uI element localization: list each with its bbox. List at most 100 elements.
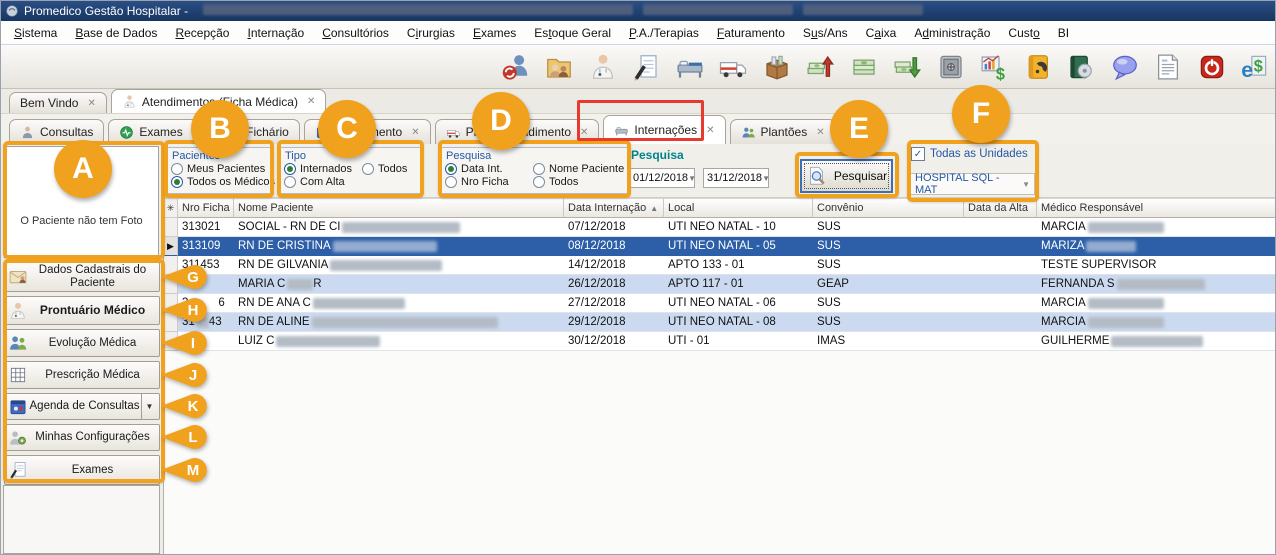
unit-selector[interactable]: HOSPITAL SQL - MAT▼ <box>910 173 1035 195</box>
e-dollar-button[interactable]: e$ <box>1238 49 1274 85</box>
radio-nro-ficha[interactable]: Nro Ficha <box>445 176 533 188</box>
menu-exames[interactable]: Exames <box>464 23 525 43</box>
tab-consultas[interactable]: Consultas <box>9 119 104 144</box>
tab-fich-rio[interactable]: Fichário <box>215 119 300 144</box>
radio-icon[interactable] <box>533 176 545 188</box>
doctor-button[interactable] <box>585 49 621 85</box>
tab-close-icon[interactable]: ✕ <box>307 96 315 107</box>
sidebar-button-dados-cadastrais-do-paciente[interactable]: Dados Cadastrais do Paciente <box>4 262 160 292</box>
menu-interna-o[interactable]: Internação <box>238 23 313 43</box>
menu-sistema[interactable]: Sistema <box>5 23 66 43</box>
tab-close-icon[interactable]: ✕ <box>192 127 200 138</box>
users-folder-button[interactable] <box>542 49 578 85</box>
column-header-nro-ficha[interactable]: Nro Ficha <box>178 198 234 218</box>
column-header-m-dico-respons-vel[interactable]: Médico Responsável <box>1037 198 1276 218</box>
sync-users-button[interactable] <box>498 49 534 85</box>
radio-todos-os-m-dicos[interactable]: Todos os Médicos <box>171 176 275 188</box>
radio-icon[interactable] <box>284 163 296 175</box>
tab-close-icon[interactable]: ✕ <box>580 127 588 138</box>
tab-close-icon[interactable]: ✕ <box>411 127 419 138</box>
radio-nome-paciente[interactable]: Nome Paciente <box>533 163 625 175</box>
tab-close-icon[interactable]: ✕ <box>816 127 824 138</box>
column-header-local[interactable]: Local <box>664 198 813 218</box>
table-row[interactable]: 313021SOCIAL - RN DE CI07/12/2018UTI NEO… <box>164 218 1276 237</box>
radio-icon[interactable] <box>362 163 374 175</box>
table-row[interactable]: LUIZ C30/12/2018UTI - 01IMASGUILHERME <box>164 332 1276 351</box>
column-header-data-interna-o[interactable]: Data Internação▲ <box>564 198 664 218</box>
menu-sus-ans[interactable]: Sus/Ans <box>794 23 857 43</box>
table-row[interactable]: 36RN DE ANA C27/12/2018UTI NEO NATAL - 0… <box>164 294 1276 313</box>
chat-button[interactable] <box>1107 49 1143 85</box>
sidebar-button-agenda-de-consultas[interactable]: Agenda de Consultas▼ <box>4 393 160 420</box>
menu-recep-o[interactable]: Recepção <box>166 23 238 43</box>
date-from-field[interactable]: 01/12/2018▼ <box>629 168 695 188</box>
money-stack-button[interactable] <box>846 49 882 85</box>
sidebar-button-prescri-o-m-dica[interactable]: Prescrição Médica <box>4 361 160 389</box>
tab-plant-es[interactable]: Plantões✕ <box>730 119 836 144</box>
table-row[interactable]: 311453RN DE GILVANIA 14/12/2018APTO 133 … <box>164 256 1276 275</box>
radio-data-int[interactable]: Data Int. <box>445 163 533 175</box>
cell-local: UTI NEO NATAL - 05 <box>664 237 813 256</box>
sidebar-button-minhas-configura-es[interactable]: Minhas Configurações <box>4 424 160 451</box>
menu-base-de-dados[interactable]: Base de Dados <box>66 23 166 43</box>
menu-cirurgias[interactable]: Cirurgias <box>398 23 464 43</box>
column-header-data-da-alta[interactable]: Data da Alta <box>964 198 1037 218</box>
menu-caixa[interactable]: Caixa <box>857 23 906 43</box>
radio-icon[interactable] <box>533 163 545 175</box>
power-button[interactable] <box>1194 49 1230 85</box>
phonebook-button[interactable] <box>1020 49 1056 85</box>
date-to-field[interactable]: 31/12/2018▼ <box>703 168 769 188</box>
menu-bi[interactable]: BI <box>1049 23 1078 43</box>
column-header-nome-paciente[interactable]: Nome Paciente <box>234 198 564 218</box>
tab-pronto-atendimento[interactable]: Pronto Atendimento✕ <box>435 119 600 144</box>
all-units-checkbox[interactable]: ✓ <box>911 147 925 161</box>
table-row[interactable]: 3143RN DE ALINE 29/12/2018UTI NEO NATAL … <box>164 313 1276 332</box>
invoice-button[interactable] <box>1151 49 1187 85</box>
dropdown-arrow-icon[interactable]: ▼ <box>688 174 696 183</box>
phonebook-icon <box>1023 52 1053 82</box>
sidebar-button-exames[interactable]: Exames <box>4 455 160 485</box>
safe-button[interactable] <box>933 49 969 85</box>
tab-atendimentos-ficha-m-dica[interactable]: Atendimentos (Ficha Médica)✕ <box>111 89 326 113</box>
column-header-conv-nio[interactable]: Convênio <box>813 198 964 218</box>
money-down-button[interactable] <box>890 49 926 85</box>
dropdown-arrow-icon[interactable]: ▼ <box>141 394 157 419</box>
chart-dollar-button[interactable]: $ <box>977 49 1013 85</box>
book-cd-button[interactable] <box>1064 49 1100 85</box>
radio-internados[interactable]: Internados <box>284 163 362 175</box>
table-row[interactable]: MARIA CR26/12/2018APTO 117 - 01GEAPFERNA… <box>164 275 1276 294</box>
radio-todos[interactable]: Todos <box>533 176 625 188</box>
tab-bem-vindo[interactable]: Bem Vindo✕ <box>9 92 107 113</box>
supplies-button[interactable] <box>759 49 795 85</box>
menu-consult-rios[interactable]: Consultórios <box>313 23 398 43</box>
tab-close-icon[interactable]: ✕ <box>706 125 714 136</box>
radio-icon[interactable] <box>284 176 296 188</box>
radio-meus-pacientes[interactable]: Meus Pacientes <box>171 163 275 175</box>
tab-atendimento[interactable]: Atendimento✕ <box>304 119 431 144</box>
tab-exames[interactable]: Exames✕ <box>108 119 211 144</box>
sidebar-button-evolu-o-m-dica[interactable]: Evolução Médica <box>4 329 160 357</box>
radio-com-alta[interactable]: Com Alta <box>284 176 362 188</box>
radio-todos[interactable]: Todos <box>362 163 419 175</box>
menu-faturamento[interactable]: Faturamento <box>708 23 794 43</box>
table-row[interactable]: ▶313109RN DE CRISTINA 08/12/2018UTI NEO … <box>164 237 1276 256</box>
menu-custo[interactable]: Custo <box>999 23 1048 43</box>
menu-estoque-geral[interactable]: Estoque Geral <box>525 23 620 43</box>
bed-button[interactable] <box>672 49 708 85</box>
radio-icon[interactable] <box>445 176 457 188</box>
users-folder-icon <box>544 52 574 82</box>
money-up-button[interactable] <box>803 49 839 85</box>
sidebar-button-prontu-rio-m-dico[interactable]: Prontuário Médico <box>4 296 160 325</box>
search-button[interactable]: Pesquisar <box>800 159 893 193</box>
dropdown-arrow-icon[interactable]: ▼ <box>1022 180 1030 189</box>
ambulance-button[interactable] <box>716 49 752 85</box>
dropdown-arrow-icon[interactable]: ▼ <box>762 174 770 183</box>
radio-icon[interactable] <box>171 176 183 188</box>
tab-interna-es[interactable]: Internações✕ <box>603 115 725 144</box>
menu-p-a-terapias[interactable]: P.A./Terapias <box>620 23 708 43</box>
radio-icon[interactable] <box>445 163 457 175</box>
radio-icon[interactable] <box>171 163 183 175</box>
contract-button[interactable] <box>629 49 665 85</box>
menu-administra-o[interactable]: Administração <box>905 23 999 43</box>
tab-close-icon[interactable]: ✕ <box>87 98 95 109</box>
